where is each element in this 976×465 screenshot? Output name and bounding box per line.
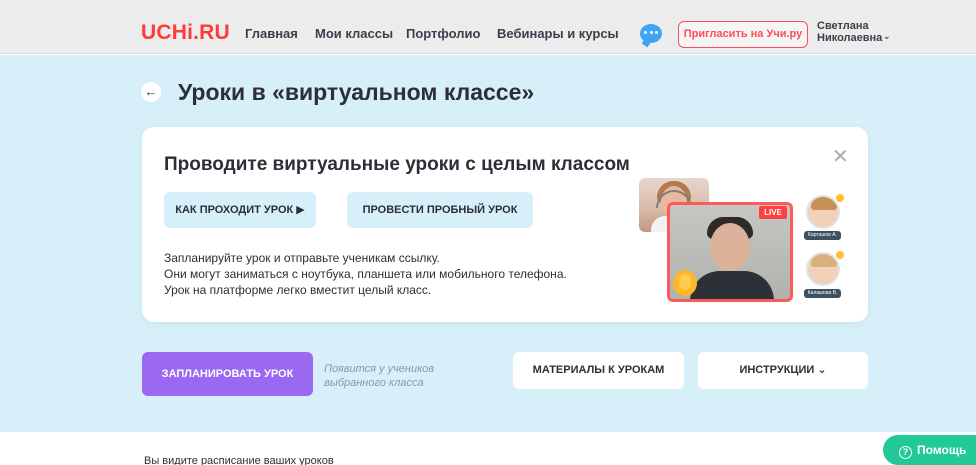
student-avatar	[806, 195, 840, 229]
page-title: Уроки в «виртуальном классе»	[178, 79, 535, 105]
status-dot	[836, 251, 844, 259]
live-badge: LIVE	[759, 206, 787, 219]
schedule-lesson-button[interactable]: ЗАПЛАНИРОВАТЬ УРОК	[142, 352, 313, 396]
promo-description: Запланируйте урок и отправьте ученикам с…	[164, 250, 567, 298]
status-dot	[836, 194, 844, 202]
schedule-caption: Вы видите расписание ваших уроков	[144, 455, 334, 465]
student-name-tag: Калашова В.	[804, 289, 841, 298]
promo-line: Запланируйте урок и отправьте ученикам с…	[164, 251, 440, 265]
promo-line: Урок на платформе легко вместит целый кл…	[164, 283, 432, 297]
help-label: Помощь	[917, 443, 967, 457]
question-icon: ?	[899, 446, 912, 459]
student-name-tag: Карташов А.	[804, 231, 841, 240]
user-first-name: Светлана	[817, 20, 869, 32]
nav-link-webinars[interactable]: Вебинары и курсы	[497, 27, 619, 40]
nav-link-my-classes[interactable]: Мои классы	[315, 27, 393, 40]
virtual-class-illustration: LIVE Карташов А. Калашова В.	[639, 178, 844, 302]
promo-line: Они могут заниматься с ноутбука, планшет…	[164, 267, 567, 281]
lesson-materials-button[interactable]: МАТЕРИАЛЫ К УРОКАМ	[513, 352, 684, 389]
how-lesson-works-button[interactable]: КАК ПРОХОДИТ УРОК ▶	[164, 192, 316, 228]
uchi-ru-logo[interactable]: UCHi.RU	[141, 22, 230, 43]
instructions-dropdown[interactable]: ИНСТРУКЦИИ ⌄	[698, 352, 868, 389]
chat-bubble-icon[interactable]	[640, 24, 662, 43]
top-navigation-bar: UCHi.RU Главная Мои классы Портфолио Веб…	[0, 0, 976, 54]
nav-link-home[interactable]: Главная	[245, 27, 298, 40]
back-arrow-icon[interactable]: ←	[141, 82, 161, 102]
nav-link-portfolio[interactable]: Портфолио	[406, 27, 480, 40]
user-last-name: Николаевна	[817, 32, 883, 44]
promo-title: Проводите виртуальные уроки с целым клас…	[164, 154, 630, 175]
user-menu[interactable]: Светлана Николаевна ⌄	[817, 20, 891, 44]
help-button[interactable]: ? Помощь	[883, 435, 976, 465]
close-icon[interactable]: ✕	[832, 147, 849, 167]
chevron-down-icon: ⌄	[883, 31, 891, 41]
invite-button[interactable]: Пригласить на Учи.ру	[678, 21, 808, 48]
student-avatar	[806, 252, 840, 286]
virtual-lessons-promo-card: ✕ Проводите виртуальные уроки с целым кл…	[142, 127, 868, 322]
schedule-hint: Появится у учеников выбранного класса	[324, 363, 435, 389]
raised-hand-icon	[673, 270, 697, 296]
trial-lesson-button[interactable]: ПРОВЕСТИ ПРОБНЫЙ УРОК	[347, 192, 533, 228]
